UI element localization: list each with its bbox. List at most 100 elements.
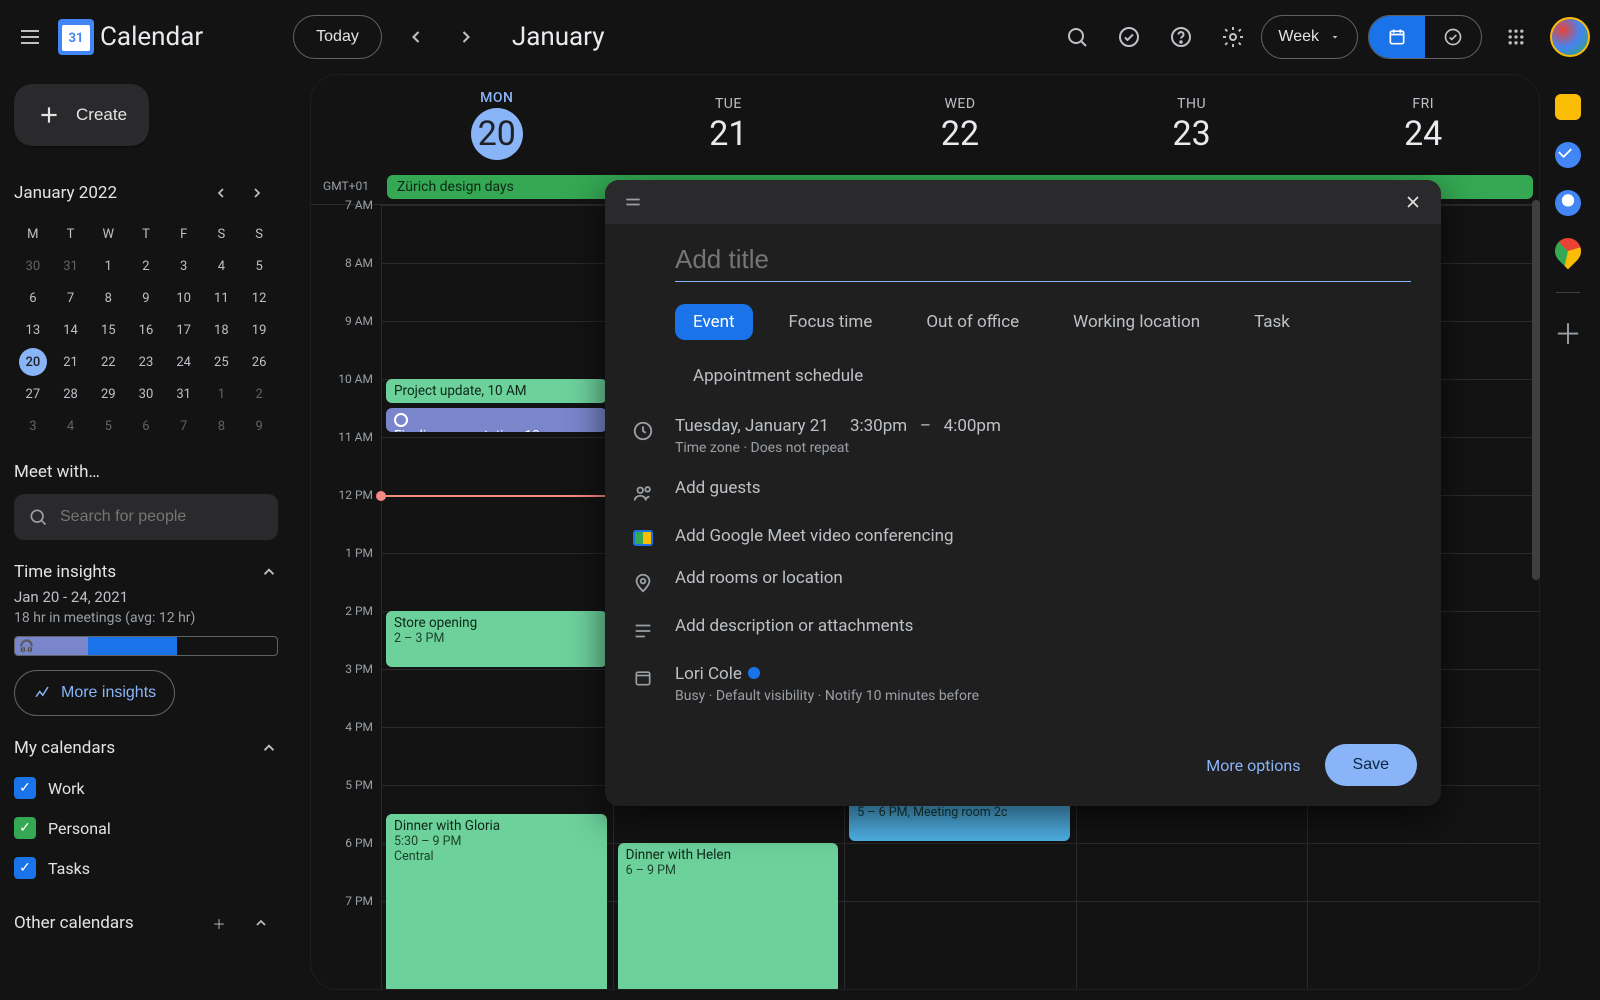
mini-day[interactable]: 31	[52, 250, 90, 282]
mini-day[interactable]: 14	[52, 314, 90, 346]
mini-day[interactable]: 3	[165, 250, 203, 282]
event-type-tab[interactable]: Out of office	[908, 304, 1037, 340]
more-insights-button[interactable]: More insights	[14, 670, 175, 716]
tasks-mode-button[interactable]	[1425, 16, 1481, 58]
mini-calendar[interactable]: MTWTFSS 30311234567891011121314151617181…	[14, 218, 278, 442]
mini-day[interactable]: 4	[52, 410, 90, 442]
mini-day[interactable]: 26	[240, 346, 278, 378]
close-button[interactable]	[1395, 184, 1431, 220]
mini-day[interactable]: 16	[127, 314, 165, 346]
help-button[interactable]	[1157, 13, 1205, 61]
mini-day[interactable]: 17	[165, 314, 203, 346]
next-week-button[interactable]	[442, 13, 490, 61]
add-location-button[interactable]: Add rooms or location	[675, 568, 843, 588]
mini-day[interactable]: 7	[165, 410, 203, 442]
mini-day[interactable]: 19	[240, 314, 278, 346]
mini-day[interactable]: 12	[240, 282, 278, 314]
calendar-event[interactable]: Finalize presentation, 10:	[386, 408, 607, 432]
today-button[interactable]: Today	[293, 15, 382, 59]
other-calendars-toggle[interactable]	[244, 906, 278, 940]
mini-day[interactable]: 5	[89, 410, 127, 442]
mini-day[interactable]: 25	[203, 346, 241, 378]
more-options-link[interactable]: More options	[1206, 756, 1300, 775]
day-header-cell[interactable]: TUE21	[613, 75, 845, 175]
mini-day[interactable]: 4	[203, 250, 241, 282]
mini-day[interactable]: 6	[127, 410, 165, 442]
updates-button[interactable]	[1105, 13, 1153, 61]
calendar-mode-button[interactable]	[1369, 16, 1425, 58]
mini-day[interactable]: 30	[127, 378, 165, 410]
mini-day[interactable]: 29	[89, 378, 127, 410]
add-calendar-button[interactable]: ＋	[202, 906, 236, 940]
event-title-input[interactable]	[675, 238, 1411, 282]
mini-day[interactable]: 13	[14, 314, 52, 346]
mini-day[interactable]: 5	[240, 250, 278, 282]
calendar-event[interactable]: Dinner with Helen6 – 9 PM	[618, 843, 839, 990]
checkbox-icon[interactable]: ✓	[14, 817, 36, 839]
mini-next-button[interactable]	[240, 176, 274, 210]
day-column[interactable]: Project update, 10 AM Finalize presentati…	[381, 205, 613, 990]
calendar-item[interactable]: ✓Work	[14, 768, 278, 808]
mini-day[interactable]: 23	[127, 346, 165, 378]
people-search-input[interactable]	[60, 508, 267, 526]
event-type-tab[interactable]: Focus time	[771, 304, 891, 340]
contacts-icon[interactable]	[1555, 190, 1581, 216]
event-end-time[interactable]: 4:00pm	[944, 416, 1001, 436]
create-button[interactable]: Create	[14, 84, 149, 146]
mini-day[interactable]: 2	[240, 378, 278, 410]
event-type-tab[interactable]: Appointment schedule	[675, 358, 881, 394]
search-button[interactable]	[1053, 13, 1101, 61]
calendar-event[interactable]: Store opening2 – 3 PM	[386, 611, 607, 667]
visibility-summary[interactable]: Busy · Default visibility · Notify 10 mi…	[675, 688, 1441, 704]
settings-button[interactable]	[1209, 13, 1257, 61]
event-type-tab[interactable]: Task	[1236, 304, 1308, 340]
my-calendars-toggle[interactable]: My calendars	[14, 738, 278, 758]
google-apps-button[interactable]	[1492, 13, 1540, 61]
scrollbar[interactable]	[1532, 200, 1540, 580]
mini-day[interactable]: 28	[52, 378, 90, 410]
mini-day[interactable]: 24	[165, 346, 203, 378]
mini-day[interactable]: 21	[52, 346, 90, 378]
account-avatar[interactable]	[1550, 17, 1590, 57]
calendar-event[interactable]: Project update, 10 AM	[386, 379, 607, 403]
mini-day[interactable]: 6	[14, 282, 52, 314]
mini-day[interactable]: 8	[203, 410, 241, 442]
mini-day[interactable]: 20	[14, 346, 52, 378]
day-header-cell[interactable]: WED22	[844, 75, 1076, 175]
keep-icon[interactable]	[1555, 94, 1581, 120]
mini-day[interactable]: 8	[89, 282, 127, 314]
mini-day[interactable]: 31	[165, 378, 203, 410]
view-select[interactable]: Week	[1261, 15, 1358, 59]
mini-day[interactable]: 30	[14, 250, 52, 282]
event-recurrence[interactable]: Time zone · Does not repeat	[675, 440, 1441, 456]
calendar-item[interactable]: ✓Personal	[14, 808, 278, 848]
prev-week-button[interactable]	[392, 13, 440, 61]
mini-day[interactable]: 22	[89, 346, 127, 378]
mini-day[interactable]: 9	[127, 282, 165, 314]
save-button[interactable]: Save	[1325, 744, 1417, 786]
add-description-button[interactable]: Add description or attachments	[675, 616, 913, 636]
event-type-tab[interactable]: Event	[675, 304, 753, 340]
day-header-cell[interactable]: THU23	[1076, 75, 1308, 175]
organizer-name[interactable]: Lori Cole	[675, 664, 742, 684]
add-guests-button[interactable]: Add guests	[675, 478, 761, 498]
mini-prev-button[interactable]	[204, 176, 238, 210]
maps-icon[interactable]	[1550, 233, 1587, 270]
checkbox-icon[interactable]: ✓	[14, 857, 36, 879]
add-meet-button[interactable]: Add Google Meet video conferencing	[675, 526, 954, 546]
mini-day[interactable]: 9	[240, 410, 278, 442]
drag-handle[interactable]	[615, 184, 651, 220]
checkbox-icon[interactable]: ✓	[14, 777, 36, 799]
mini-day[interactable]: 18	[203, 314, 241, 346]
time-insights-toggle[interactable]: Time insights	[14, 562, 278, 582]
mini-day[interactable]: 15	[89, 314, 127, 346]
mini-day[interactable]: 1	[89, 250, 127, 282]
mini-day[interactable]: 1	[203, 378, 241, 410]
event-start-time[interactable]: 3:30pm	[850, 416, 907, 436]
day-header-cell[interactable]: MON20	[381, 75, 613, 175]
mini-day[interactable]: 11	[203, 282, 241, 314]
mini-day[interactable]: 10	[165, 282, 203, 314]
mini-day[interactable]: 3	[14, 410, 52, 442]
main-menu-button[interactable]	[6, 13, 54, 61]
calendar-item[interactable]: ✓Tasks	[14, 848, 278, 888]
